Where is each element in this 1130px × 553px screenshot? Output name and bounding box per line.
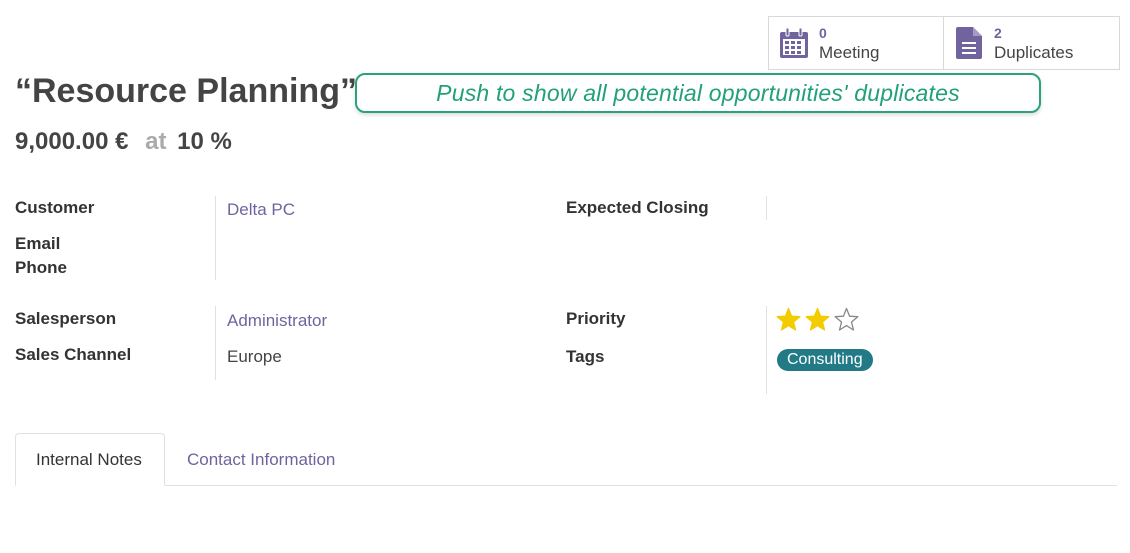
- priority-label: Priority: [566, 309, 626, 328]
- expected-revenue[interactable]: 9,000.00 €: [15, 128, 128, 155]
- amount-line: 9,000.00 € at 10 %: [15, 128, 232, 156]
- sales-channel-field[interactable]: Europe: [227, 347, 282, 367]
- duplicates-count: 2: [994, 25, 1002, 41]
- expected-closing-label: Expected Closing: [566, 198, 709, 217]
- email-label: Email: [15, 234, 61, 253]
- phone-label: Phone: [15, 258, 67, 277]
- customer-field[interactable]: Delta PC: [227, 200, 295, 220]
- duplicates-button[interactable]: 2 Duplicates: [944, 17, 1119, 69]
- duplicates-tooltip: Push to show all potential opportunities…: [355, 73, 1041, 113]
- tab-internal-notes[interactable]: Internal Notes: [15, 433, 165, 486]
- salesperson-field[interactable]: Administrator: [227, 311, 327, 331]
- smart-buttons: 0 Meeting 2 Duplicates: [768, 16, 1120, 70]
- salesperson-label: Salesperson: [15, 309, 117, 328]
- divider: [215, 306, 216, 380]
- tags-label: Tags: [566, 347, 605, 366]
- divider: [215, 196, 216, 280]
- opportunity-title[interactable]: “Resource Planning”: [15, 72, 357, 111]
- meeting-count: 0: [819, 25, 827, 41]
- divider: [766, 196, 767, 220]
- customer-label: Customer: [15, 198, 95, 217]
- meeting-label: Meeting: [819, 43, 880, 62]
- sales-channel-label: Sales Channel: [15, 345, 132, 364]
- priority-stars: [776, 307, 859, 332]
- divider: [766, 306, 767, 394]
- probability[interactable]: 10 %: [177, 128, 232, 155]
- star-empty-icon[interactable]: [834, 307, 859, 332]
- duplicates-label: Duplicates: [994, 43, 1074, 62]
- calendar-icon: [779, 26, 809, 60]
- meeting-button[interactable]: 0 Meeting: [769, 17, 944, 69]
- tab-contact-information[interactable]: Contact Information: [167, 433, 355, 486]
- at-label: at: [145, 128, 167, 155]
- star-filled-icon[interactable]: [805, 307, 830, 332]
- notebook-tabs: Internal Notes Contact Information: [15, 433, 1117, 486]
- tag-badge[interactable]: Consulting: [777, 349, 873, 371]
- tooltip-text: Push to show all potential opportunities…: [436, 79, 960, 106]
- star-filled-icon[interactable]: [776, 307, 801, 332]
- document-icon: [954, 26, 984, 60]
